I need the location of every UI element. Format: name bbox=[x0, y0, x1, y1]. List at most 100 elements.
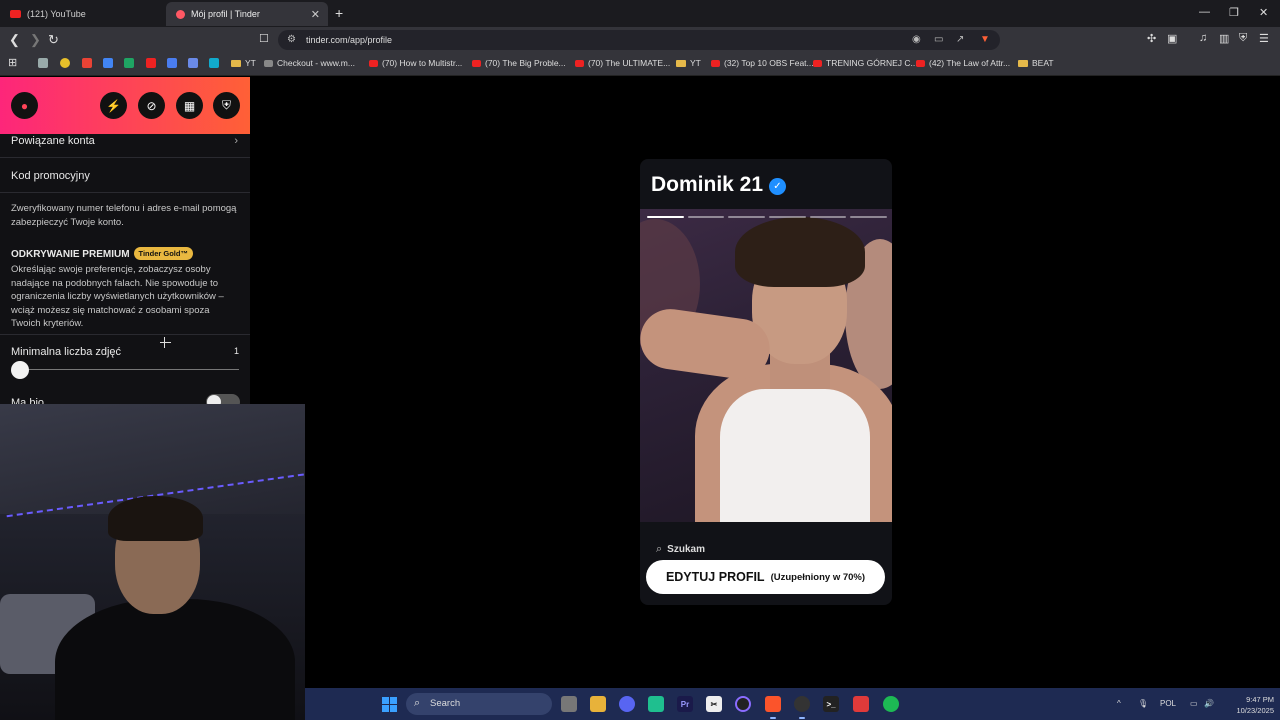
network-icon[interactable]: ▭ bbox=[1190, 699, 1198, 708]
clock-date: 10/23/2025 bbox=[1236, 706, 1274, 715]
close-window-button[interactable]: ✕ bbox=[1259, 6, 1268, 19]
taskbar-search-placeholder: Search bbox=[430, 698, 461, 709]
photo-progress-bar[interactable] bbox=[850, 216, 887, 218]
photo-progress-bar[interactable] bbox=[687, 216, 725, 218]
photo-progress-bar[interactable] bbox=[769, 216, 806, 218]
capcut-icon[interactable]: ✂ bbox=[706, 696, 722, 712]
brave-browser-icon[interactable] bbox=[765, 696, 781, 712]
spotify-icon[interactable] bbox=[883, 696, 899, 712]
photo-progress-bar[interactable] bbox=[809, 216, 847, 218]
bookmark-item[interactable]: (32) Top 10 OBS Feat... bbox=[711, 58, 814, 68]
extensions-icon[interactable]: ✣ bbox=[1147, 32, 1156, 45]
safety-shield-icon[interactable]: ⛨ bbox=[213, 92, 240, 119]
new-tab-button[interactable]: + bbox=[335, 5, 343, 21]
tinder-gold-badge: Tinder Gold™ bbox=[133, 247, 193, 260]
site-info-icon[interactable]: ⚙ bbox=[287, 34, 296, 45]
bookmark-favicon-icon[interactable] bbox=[60, 58, 70, 68]
promo-code-row[interactable]: Kod promocyjny bbox=[0, 170, 250, 182]
profile-photo[interactable] bbox=[640, 209, 892, 522]
min-photos-value: 1 bbox=[233, 346, 239, 356]
photo-progress-bar[interactable] bbox=[728, 216, 765, 218]
drive-icon[interactable] bbox=[103, 58, 113, 68]
taskbar-search[interactable]: ⌕ Search bbox=[406, 693, 552, 715]
bookmark-item[interactable]: (42) The Law of Attr... bbox=[916, 58, 1010, 68]
divider bbox=[0, 192, 250, 193]
tab-youtube[interactable]: (121) YouTube bbox=[0, 2, 166, 26]
min-photos-slider-thumb[interactable] bbox=[11, 361, 29, 379]
bookmark-item[interactable]: (70) The Big Proble... bbox=[472, 58, 566, 68]
boost-icon[interactable]: ⚡ bbox=[100, 92, 127, 119]
tab-tinder-profile[interactable]: Mój profil | Tinder ✕ bbox=[166, 2, 328, 26]
microphone-icon[interactable]: 🎙 bbox=[1138, 699, 1148, 708]
windows-start-icon[interactable] bbox=[382, 697, 397, 712]
bookmark-favicon-icon[interactable] bbox=[209, 58, 219, 68]
linked-accounts-row[interactable]: Powiązane konta › bbox=[0, 135, 250, 157]
linked-accounts-label: Powiązane konta bbox=[11, 135, 95, 147]
close-tab-icon[interactable]: ✕ bbox=[311, 8, 320, 21]
edit-profile-button[interactable]: EDYTUJ PROFIL (Uzupełniony w 70%) bbox=[646, 560, 885, 594]
music-icon[interactable]: ♫ bbox=[1199, 32, 1207, 44]
profile-name-age: Dominik 21 bbox=[651, 173, 764, 196]
bookmark-folder-yt[interactable]: YT bbox=[231, 58, 256, 68]
forward-icon[interactable]: ❯ bbox=[30, 32, 41, 48]
taskbar-clock[interactable]: 9:47 PM 10/23/2025 bbox=[1226, 694, 1274, 716]
language-indicator[interactable]: POL bbox=[1160, 699, 1176, 708]
discord-icon[interactable] bbox=[619, 696, 635, 712]
restore-button[interactable]: ❐ bbox=[1229, 6, 1239, 19]
photo-tank-top bbox=[720, 389, 870, 522]
app-icon[interactable] bbox=[648, 696, 664, 712]
youtube-icon bbox=[711, 59, 720, 67]
premium-title: ODKRYWANIE PREMIUM bbox=[11, 249, 130, 260]
bookmark-item[interactable]: (70) The ULTIMATE... bbox=[575, 58, 670, 68]
photo-progress-bar[interactable] bbox=[647, 216, 684, 218]
bookmark-favicon-icon[interactable] bbox=[188, 58, 198, 68]
bookmark-folder-yt[interactable]: YT bbox=[676, 58, 701, 68]
folder-icon bbox=[231, 59, 241, 67]
menu-icon[interactable]: ☰ bbox=[1259, 32, 1269, 45]
bookmark-item[interactable]: Checkout - www.m... bbox=[264, 58, 355, 68]
location-icon[interactable]: ◉ bbox=[912, 34, 921, 45]
bookmark-item[interactable]: TRENING GÓRNEJ C... bbox=[813, 58, 918, 68]
obs-icon[interactable] bbox=[794, 696, 810, 712]
minimize-button[interactable]: — bbox=[1199, 6, 1210, 18]
search-icon: ⌕ bbox=[414, 697, 421, 709]
vpn-shield-icon[interactable]: ⛨ bbox=[1239, 32, 1247, 45]
file-explorer-icon[interactable] bbox=[590, 696, 606, 712]
reload-icon[interactable]: ↻ bbox=[48, 32, 59, 48]
looking-for-row: ⌕ Szukam bbox=[656, 543, 705, 556]
gmail-icon[interactable] bbox=[82, 58, 92, 68]
docs-icon[interactable] bbox=[167, 58, 177, 68]
brave-shield-icon[interactable]: ▼ bbox=[980, 34, 990, 45]
terminal-icon[interactable]: >_ bbox=[823, 696, 839, 712]
bookmark-item[interactable]: (70) How to Multistr... bbox=[369, 58, 462, 68]
share-icon[interactable]: ↗ bbox=[956, 34, 964, 45]
tab-title: Mój profil | Tinder bbox=[191, 9, 260, 19]
sheets-icon[interactable] bbox=[124, 58, 134, 68]
bookmark-favicon-icon bbox=[264, 59, 273, 67]
premium-description: Określając swoje preferencje, zobaczysz … bbox=[11, 264, 224, 329]
min-photos-slider-track[interactable] bbox=[20, 369, 239, 370]
bookmark-icon[interactable]: ☐ bbox=[259, 32, 269, 45]
explore-icon[interactable]: ⊘ bbox=[138, 92, 165, 119]
cast-icon[interactable]: ▭ bbox=[934, 34, 943, 45]
tab-title: (121) YouTube bbox=[27, 9, 86, 19]
apps-grid-icon[interactable]: ⊞ bbox=[8, 56, 17, 69]
app-icon[interactable] bbox=[853, 696, 869, 712]
show-hidden-icons-icon[interactable]: ^ bbox=[1117, 699, 1121, 708]
premiere-pro-icon[interactable]: Pr bbox=[677, 696, 693, 712]
apple-icon[interactable] bbox=[38, 58, 48, 68]
back-icon[interactable]: ❮ bbox=[9, 32, 20, 48]
bookmark-folder-beat[interactable]: BEAT bbox=[1018, 58, 1054, 68]
url-field[interactable]: ⚙ tinder.com/app/profile ◉ ▭ ↗ ▼ bbox=[278, 30, 1000, 50]
youtube-icon[interactable] bbox=[146, 58, 156, 68]
task-view-icon[interactable] bbox=[561, 696, 577, 712]
briefcase-icon[interactable]: ▦ bbox=[176, 92, 203, 119]
profile-avatar-flame-icon[interactable]: ● bbox=[11, 92, 38, 119]
sidebar-toggle-icon[interactable]: ▥ bbox=[1219, 32, 1229, 45]
search-icon: ⌕ bbox=[656, 543, 663, 555]
divider bbox=[0, 157, 250, 158]
volume-icon[interactable]: 🔊 bbox=[1204, 699, 1214, 708]
browser-tab-bar: (121) YouTube Mój profil | Tinder ✕ + — … bbox=[0, 0, 1280, 27]
app-icon[interactable] bbox=[735, 696, 751, 712]
screenshot-icon[interactable]: ▣ bbox=[1167, 32, 1177, 45]
